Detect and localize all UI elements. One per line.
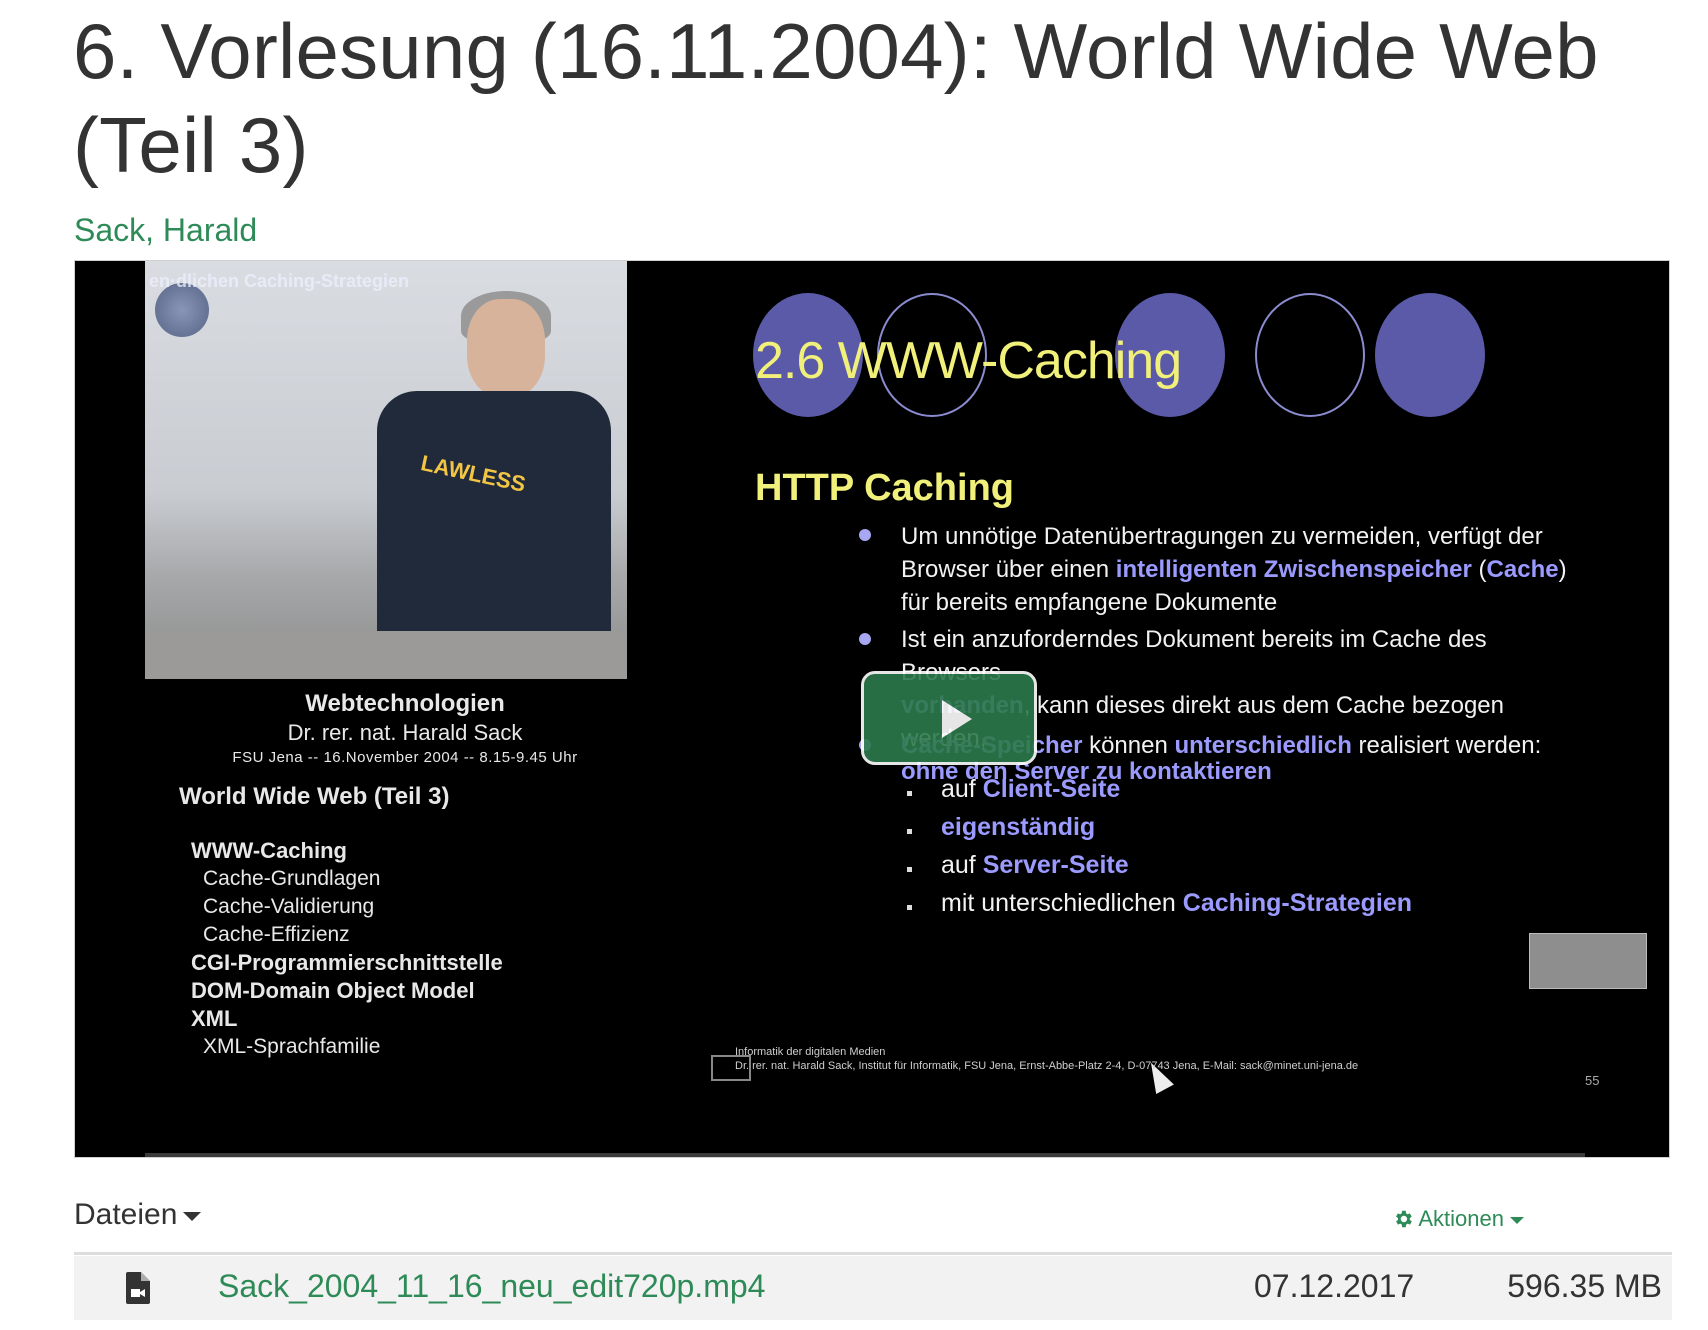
sub-bullet bbox=[907, 905, 912, 910]
sub-bullet bbox=[907, 829, 912, 834]
files-dropdown[interactable]: Dateien bbox=[74, 1198, 202, 1232]
table-row: Sack_2004_11_16_neu_edit720p.mp4 07.12.2… bbox=[74, 1256, 1672, 1320]
camera-slide-caption: en·dlichen Caching-Strategien bbox=[149, 271, 410, 291]
lecture-outline: World Wide Web (Teil 3) WWW-Caching Cach… bbox=[179, 783, 503, 1061]
outline-item: Cache-Grundlagen bbox=[203, 867, 381, 890]
caret-down-icon bbox=[183, 1211, 202, 1221]
files-header-label: Dateien bbox=[74, 1198, 178, 1231]
outline-item: XML bbox=[191, 1006, 238, 1031]
page-title: 6. Vorlesung (16.11.2004): World Wide We… bbox=[73, 7, 1599, 189]
slide-footer: Informatik der digitalen Medien Dr. rer.… bbox=[735, 1045, 1595, 1073]
actions-label: Aktionen bbox=[1418, 1206, 1504, 1231]
slide-text: für bereits empfangene Dokumente bbox=[901, 589, 1278, 616]
slide-text: Um unnötige Datenübertragungen zu vermei… bbox=[901, 523, 1543, 550]
slide-footer-line: Informatik der digitalen Medien bbox=[735, 1046, 886, 1058]
play-button[interactable] bbox=[861, 671, 1037, 765]
caret-down-icon bbox=[1510, 1216, 1524, 1224]
outline-item: Cache-Validierung bbox=[203, 895, 375, 918]
outline-item: CGI-Programmierschnittstelle bbox=[191, 950, 503, 975]
slide-bullet-1: Um unnötige Datenübertragungen zu vermei… bbox=[901, 520, 1567, 619]
outline-item: XML-Sprachfamilie bbox=[203, 1035, 381, 1058]
slide-subtitle: HTTP Caching bbox=[755, 467, 1014, 509]
video-player[interactable]: en·dlichen Caching-Strategien LAWLESS We… bbox=[74, 260, 1670, 1158]
slide-page-number: 55 bbox=[1585, 1073, 1600, 1088]
course-lecturer: Dr. rer. nat. Harald Sack bbox=[287, 720, 523, 745]
bullet-dot bbox=[859, 633, 871, 645]
slide-sub-item: auf Client-Seite bbox=[941, 775, 1121, 803]
outline-item: DOM-Domain Object Model bbox=[191, 978, 475, 1003]
course-name: Webtechnologien bbox=[305, 690, 505, 717]
slide-text: Browser über einen intelligenten Zwische… bbox=[901, 556, 1567, 583]
author-link[interactable]: Sack, Harald bbox=[74, 212, 257, 249]
play-icon bbox=[942, 700, 972, 738]
slide-circle-decoration bbox=[1375, 293, 1485, 417]
lecturer-body bbox=[377, 391, 611, 651]
slide-footer-line: Dr. rer. nat. Harald Sack, Institut für … bbox=[735, 1060, 1359, 1072]
outline-item: Cache-Effizienz bbox=[203, 923, 350, 946]
course-info: Webtechnologien Dr. rer. nat. Harald Sac… bbox=[145, 689, 665, 769]
lecture-desk bbox=[145, 631, 627, 679]
sub-bullet bbox=[907, 867, 912, 872]
files-divider bbox=[74, 1252, 1672, 1255]
slide-sub-item: mit unterschiedlichen Caching-Strategien bbox=[941, 889, 1412, 917]
slide-sub-item: eigenständig bbox=[941, 813, 1096, 841]
presenter-toolbar bbox=[1529, 933, 1647, 989]
course-date: FSU Jena -- 16.November 2004 -- 8.15-9.4… bbox=[232, 749, 578, 766]
bullet-dot bbox=[859, 529, 871, 541]
lecturer-head bbox=[467, 299, 545, 397]
outline-heading: World Wide Web (Teil 3) bbox=[179, 783, 450, 810]
file-link[interactable]: Sack_2004_11_16_neu_edit720p.mp4 bbox=[218, 1268, 765, 1305]
sub-bullet bbox=[907, 791, 912, 796]
outline-item: WWW-Caching bbox=[191, 838, 347, 863]
slide-sub-item: auf Server-Seite bbox=[941, 851, 1129, 879]
actions-dropdown[interactable]: Aktionen bbox=[1392, 1206, 1524, 1232]
file-date: 07.12.2017 bbox=[1254, 1268, 1415, 1304]
file-size: 596.35 MB bbox=[1507, 1268, 1662, 1304]
gear-icon bbox=[1396, 1210, 1413, 1228]
video-file-icon bbox=[126, 1272, 150, 1304]
slide-title: 2.6 WWW-Caching bbox=[755, 332, 1182, 390]
slide-circle-decoration bbox=[1255, 293, 1365, 417]
lecturer-camera-view: en·dlichen Caching-Strategien LAWLESS bbox=[145, 261, 627, 679]
